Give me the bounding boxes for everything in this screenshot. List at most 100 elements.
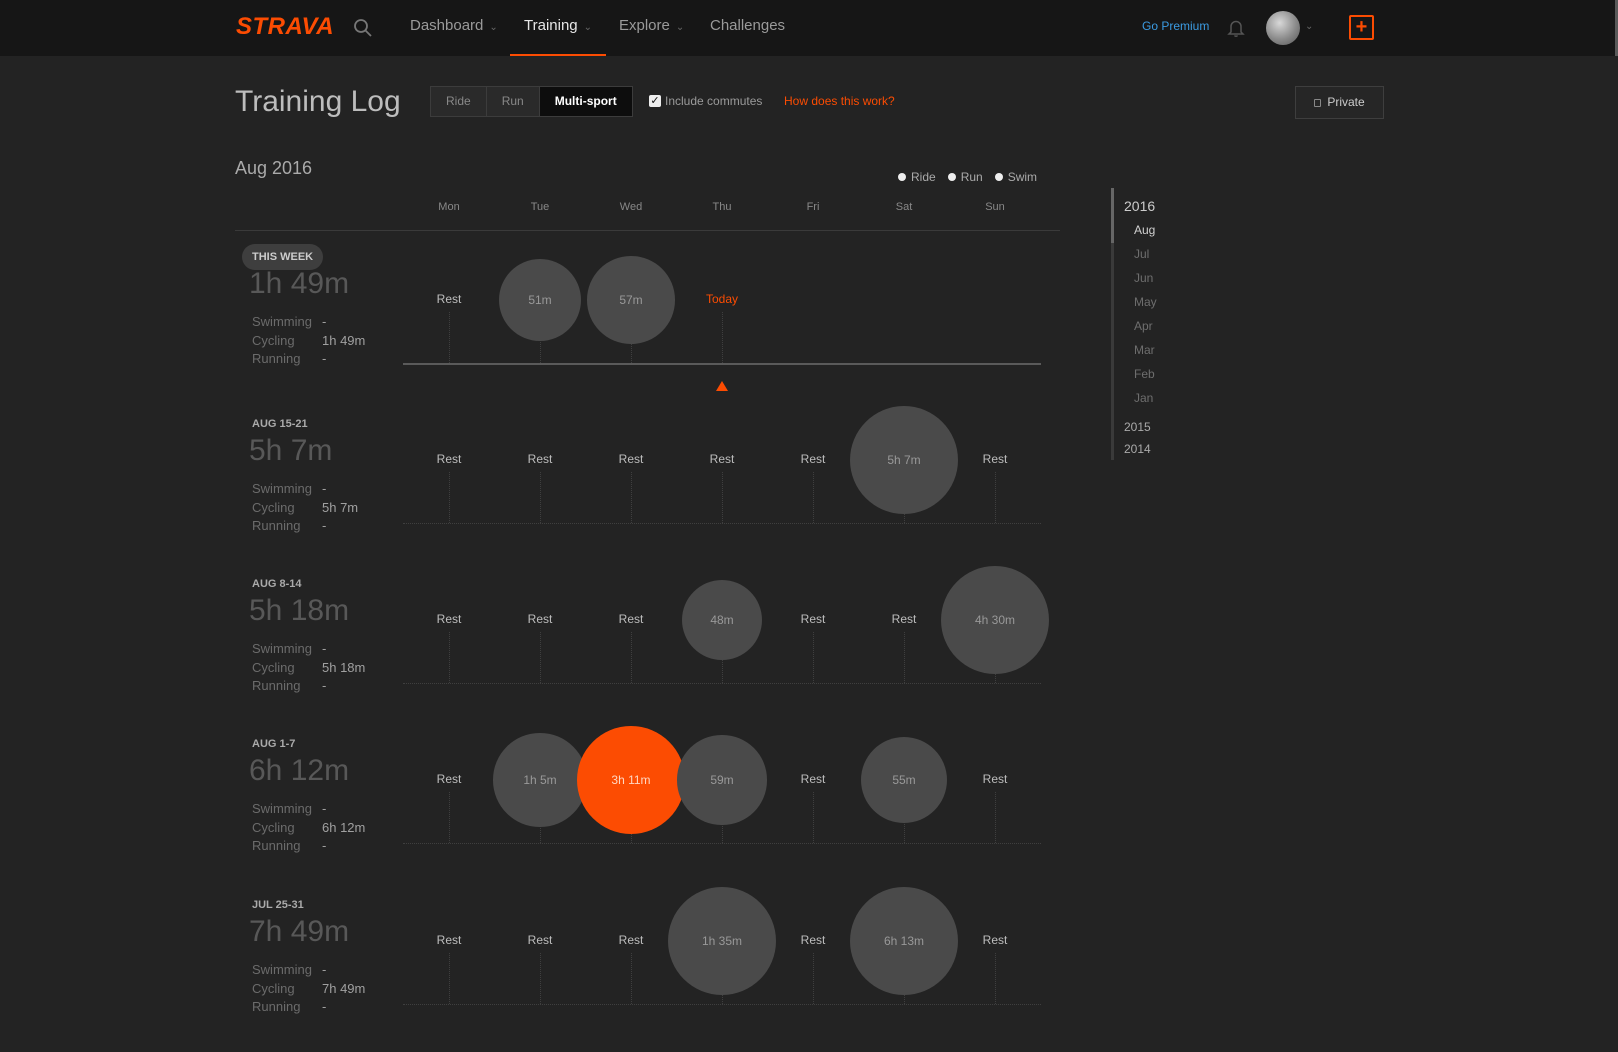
stat-row: Cycling 5h 18m (252, 659, 365, 678)
upload-button[interactable]: + (1349, 15, 1374, 40)
activity-bubble[interactable]: 55m (860, 737, 947, 824)
week-stats: Swimming - Cycling 5h 18m Running - (252, 640, 365, 696)
day-gridline (449, 632, 450, 683)
day-gridline (813, 953, 814, 1004)
day-gridline (813, 792, 814, 843)
rest-label: Rest (800, 452, 826, 466)
day-header-thu: Thu (712, 201, 732, 213)
stat-value: - (322, 314, 327, 329)
checkbox[interactable]: ✓ (649, 95, 661, 107)
stat-row: Swimming - (252, 480, 358, 499)
divider (235, 230, 1060, 231)
stat-value: 7h 49m (322, 980, 366, 996)
stat-name: Swimming (252, 481, 312, 496)
rest-label: Rest (527, 452, 553, 466)
activity-bubble[interactable]: 6h 13m (850, 887, 958, 995)
day-gridline (722, 312, 723, 363)
timeline-year-2016[interactable]: 2016 (1124, 198, 1155, 214)
activity-bubble[interactable]: 5h 7m (850, 406, 958, 514)
timeline-month-jun[interactable]: Jun (1134, 271, 1153, 285)
stat-row: Running - (252, 998, 365, 1017)
activity-bubble[interactable]: 48m (681, 579, 763, 661)
week-total: 1h 49m (249, 267, 350, 300)
day-header-tue: Tue (530, 201, 550, 213)
timeline-month-jan[interactable]: Jan (1134, 391, 1153, 405)
nav-item-dashboard[interactable]: Dashboard ⌄ (410, 0, 498, 56)
stat-value: - (322, 641, 327, 656)
stat-row: Cycling 6h 12m (252, 819, 365, 838)
activity-bubble[interactable]: 1h 35m (668, 887, 776, 995)
timeline-year-2014[interactable]: 2014 (1124, 442, 1151, 456)
day-gridline (722, 472, 723, 523)
timeline-month-mar[interactable]: Mar (1134, 343, 1155, 357)
week-total: 6h 12m (249, 754, 350, 787)
rest-label: Rest (527, 612, 553, 626)
timeline-track[interactable] (1111, 188, 1114, 460)
rest-label: Rest (800, 612, 826, 626)
day-gridline (631, 953, 632, 1004)
bell-icon[interactable] (1226, 18, 1246, 38)
tab-multi-sport[interactable]: Multi-sport (539, 87, 632, 116)
activity-bubble[interactable]: 57m (587, 256, 675, 344)
stat-row: Running - (252, 677, 365, 696)
activity-bubble[interactable]: 3h 11m (577, 726, 685, 834)
rest-label: Rest (982, 772, 1008, 786)
legend: Ride Run Swim (898, 170, 1037, 184)
page-title: Training Log (235, 85, 401, 118)
include-commutes-toggle[interactable]: ✓ Include commutes (649, 94, 762, 108)
tab-run[interactable]: Run (486, 87, 540, 116)
nav-item-training[interactable]: Training ⌄ (510, 0, 607, 56)
rest-label: Rest (436, 933, 462, 947)
day-gridline (540, 632, 541, 683)
week-row: THIS WEEK 1h 49m Swimming - Cycling 1h 49m Run… (0, 244, 1060, 411)
week-row: AUG 8-14 5h 18m Swimming - Cycling 5h 18m Runn… (0, 566, 1060, 738)
week-label: JUL 25-31 (252, 899, 304, 911)
rest-label: Rest (891, 612, 917, 626)
activity-bubble[interactable]: 51m (498, 258, 582, 342)
stat-row: Swimming - (252, 800, 365, 819)
rest-label: Rest (982, 933, 1008, 947)
stat-name: Running (252, 518, 301, 533)
activity-bubble[interactable]: 4h 30m (941, 566, 1049, 674)
stat-value: - (322, 518, 327, 533)
strava-logo[interactable]: STRAVA (236, 13, 334, 41)
privacy-button[interactable]: Private (1295, 86, 1384, 119)
timeline-month-apr[interactable]: Apr (1134, 319, 1153, 333)
timeline-month-feb[interactable]: Feb (1134, 367, 1155, 381)
rest-label: Rest (436, 772, 462, 786)
stat-row: Swimming - (252, 313, 365, 332)
stat-row: Running - (252, 517, 358, 536)
week-baseline (403, 363, 1041, 365)
timeline-year-2015[interactable]: 2015 (1124, 420, 1151, 434)
go-premium-link[interactable]: Go Premium (1142, 19, 1209, 33)
day-gridline (995, 792, 996, 843)
day-gridline (631, 472, 632, 523)
nav-item-explore[interactable]: Explore ⌄ (619, 0, 684, 56)
rest-label: Rest (982, 452, 1008, 466)
chevron-down-icon[interactable]: ⌄ (1305, 21, 1313, 32)
rest-label: Rest (618, 933, 644, 947)
rest-label: Rest (800, 772, 826, 786)
timeline-thumb[interactable] (1111, 188, 1114, 243)
day-gridline (449, 312, 450, 363)
week-baseline (403, 1004, 1041, 1005)
week-baseline (403, 843, 1041, 844)
stat-row: Cycling 5h 7m (252, 499, 358, 518)
week-total: 5h 18m (249, 594, 350, 627)
activity-bubble[interactable]: 59m (677, 735, 767, 825)
timeline-month-may[interactable]: May (1134, 295, 1157, 309)
how-does-this-work-link[interactable]: How does this work? (784, 94, 895, 108)
timeline-month-jul[interactable]: Jul (1134, 247, 1149, 261)
nav-item-challenges[interactable]: Challenges (710, 0, 785, 56)
tab-ride[interactable]: Ride (431, 87, 487, 116)
avatar[interactable] (1266, 11, 1300, 45)
search-icon[interactable] (352, 17, 374, 39)
dot-icon (947, 173, 956, 181)
stat-row: Running - (252, 837, 365, 856)
activity-bubble[interactable]: 1h 5m (493, 733, 587, 827)
timeline-month-aug[interactable]: Aug (1134, 223, 1155, 237)
sport-tabs: Ride Run Multi-sport (430, 86, 633, 117)
stat-row: Swimming - (252, 961, 365, 980)
chevron-down-icon: ⌄ (489, 22, 498, 33)
day-gridline (540, 472, 541, 523)
